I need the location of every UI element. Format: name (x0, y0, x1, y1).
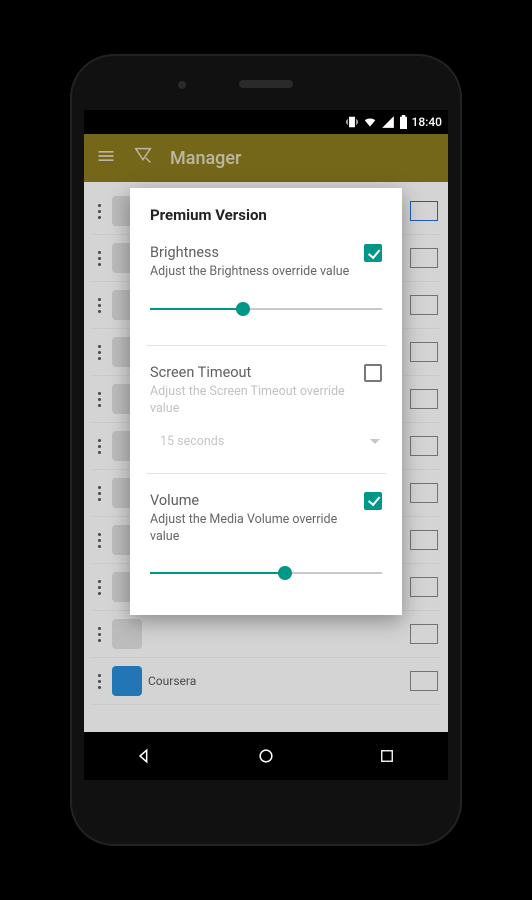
front-camera (178, 81, 186, 89)
device-frame: 18:40 Manager Courser (70, 54, 462, 846)
dialog-title: Premium Version (150, 206, 382, 224)
earpiece (239, 80, 293, 88)
brightness-slider[interactable] (150, 299, 382, 319)
timeout-dropdown[interactable]: 15 seconds (150, 430, 382, 453)
brightness-section: Brightness Adjust the Brightness overrid… (150, 242, 382, 341)
premium-dialog: Premium Version Brightness Adjust the Br… (130, 188, 402, 615)
timeout-checkbox[interactable] (364, 364, 382, 382)
status-bar: 18:40 (84, 110, 448, 134)
volume-subtitle: Adjust the Media Volume override value (150, 512, 382, 546)
volume-title: Volume (150, 492, 199, 509)
brightness-title: Brightness (150, 244, 219, 261)
divider (146, 473, 386, 474)
recents-button[interactable] (376, 745, 398, 767)
signal-icon (381, 115, 395, 129)
brightness-subtitle: Adjust the Brightness override value (150, 264, 382, 281)
timeout-title: Screen Timeout (150, 364, 251, 381)
back-button[interactable] (134, 745, 156, 767)
battery-icon (399, 115, 408, 129)
timeout-value: 15 seconds (160, 434, 224, 449)
volume-slider[interactable] (150, 563, 382, 583)
brightness-checkbox[interactable] (364, 244, 382, 262)
volume-checkbox[interactable] (364, 492, 382, 510)
navigation-bar (84, 732, 448, 780)
timeout-section: Screen Timeout Adjust the Screen Timeout… (150, 362, 382, 469)
chevron-down-icon (370, 439, 380, 444)
screen: 18:40 Manager Courser (84, 110, 448, 780)
clock: 18:40 (412, 115, 442, 129)
timeout-subtitle: Adjust the Screen Timeout override value (150, 384, 382, 418)
vibrate-icon (345, 115, 359, 129)
dialog-scrim[interactable]: Premium Version Brightness Adjust the Br… (84, 134, 448, 732)
home-button[interactable] (255, 745, 277, 767)
wifi-icon (363, 115, 377, 129)
divider (146, 345, 386, 346)
volume-section: Volume Adjust the Media Volume override … (150, 490, 382, 606)
